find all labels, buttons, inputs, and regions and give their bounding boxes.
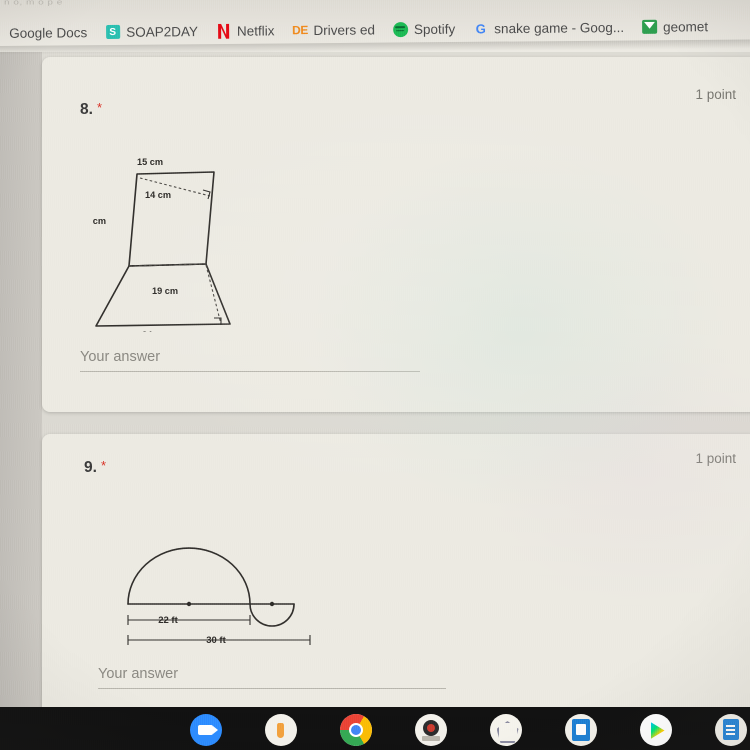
bookmark-google-docs[interactable]: Google Docs	[0, 18, 96, 47]
points-label-9: 1 point	[695, 451, 736, 466]
bookmark-soap2day[interactable]: S SOAP2DAY	[96, 17, 207, 46]
answer-field-9[interactable]: Your answer	[98, 666, 446, 689]
question-number-8: 8. *	[80, 100, 102, 118]
question-card-8[interactable]: 8. * 1 point 15 cm 14 cm cm 19 cm Your a…	[42, 57, 750, 412]
points-label-8: 1 point	[695, 87, 736, 102]
required-asterisk: *	[100, 458, 106, 473]
chrome-app-icon[interactable]	[339, 714, 372, 746]
camera-app-icon[interactable]	[414, 714, 447, 746]
bookmark-geometry[interactable]: geomet	[633, 12, 717, 41]
bookmark-label: SOAP2DAY	[126, 23, 199, 40]
answer-placeholder-9: Your answer	[98, 666, 179, 682]
figure-question-8: 15 cm 14 cm 23 cm 19 cm 34 cm	[90, 152, 290, 332]
answer-placeholder-8: Your answer	[80, 349, 161, 365]
netflix-icon	[216, 23, 231, 39]
drivers-ed-icon: DE	[292, 23, 308, 38]
soap2day-icon: S	[105, 24, 120, 39]
google-docs-app-icon[interactable]	[714, 714, 747, 746]
geometry-icon	[642, 19, 658, 34]
bookmark-spotify[interactable]: Spotify	[384, 15, 465, 44]
label-top-side: 15 cm	[137, 157, 163, 167]
google-icon: G	[475, 20, 486, 36]
chromeos-shelf	[0, 707, 750, 750]
cut-off-tab-text: n o, m o p e	[4, 0, 63, 7]
label-slant-height: 14 cm	[145, 190, 171, 200]
label-bottom-side: 34 cm	[142, 330, 168, 332]
required-asterisk: *	[96, 100, 102, 115]
polygon-app-icon[interactable]	[489, 714, 522, 746]
honey-app-icon[interactable]	[264, 714, 297, 746]
label-30ft: 30 ft	[206, 635, 226, 646]
label-22ft: 22 ft	[158, 615, 178, 626]
google-form-body: 8. * 1 point 15 cm 14 cm cm 19 cm Your a…	[0, 52, 750, 724]
google-play-icon[interactable]	[639, 714, 672, 746]
blue-app-icon[interactable]	[564, 714, 597, 746]
label-left-side: 23 cm	[90, 216, 106, 226]
bookmark-snake-game[interactable]: G snake game - Goog...	[464, 13, 633, 43]
figure-question-9: 22 ft 30 ft	[120, 542, 340, 652]
question-card-9[interactable]: 9. * 1 point 22 ft 30 ft Your answer	[42, 434, 750, 724]
bookmark-label: Netflix	[236, 22, 275, 39]
question-number-9: 9. *	[84, 458, 106, 476]
bookmark-netflix[interactable]: Netflix	[207, 16, 284, 45]
zoom-app-icon[interactable]	[189, 714, 222, 746]
bookmark-label: Google Docs	[9, 24, 88, 41]
photographed-screen: n o, m o p e Google Docs S SOAP2DAY Netf…	[0, 0, 750, 750]
bookmark-label: Drivers ed	[313, 21, 376, 38]
answer-underline-8	[80, 371, 420, 372]
bookmark-label: geomet	[663, 18, 709, 35]
answer-field-8[interactable]: Your answer	[80, 349, 420, 372]
bookmark-label: Spotify	[413, 21, 456, 37]
bookmark-drivers-ed[interactable]: DE Drivers ed	[283, 15, 384, 44]
page-left-gutter	[0, 52, 42, 707]
answer-underline-9	[98, 688, 446, 689]
label-trapezoid-height: 19 cm	[152, 286, 178, 296]
bookmark-label: snake game - Goog...	[494, 19, 625, 36]
spotify-icon	[392, 21, 409, 37]
